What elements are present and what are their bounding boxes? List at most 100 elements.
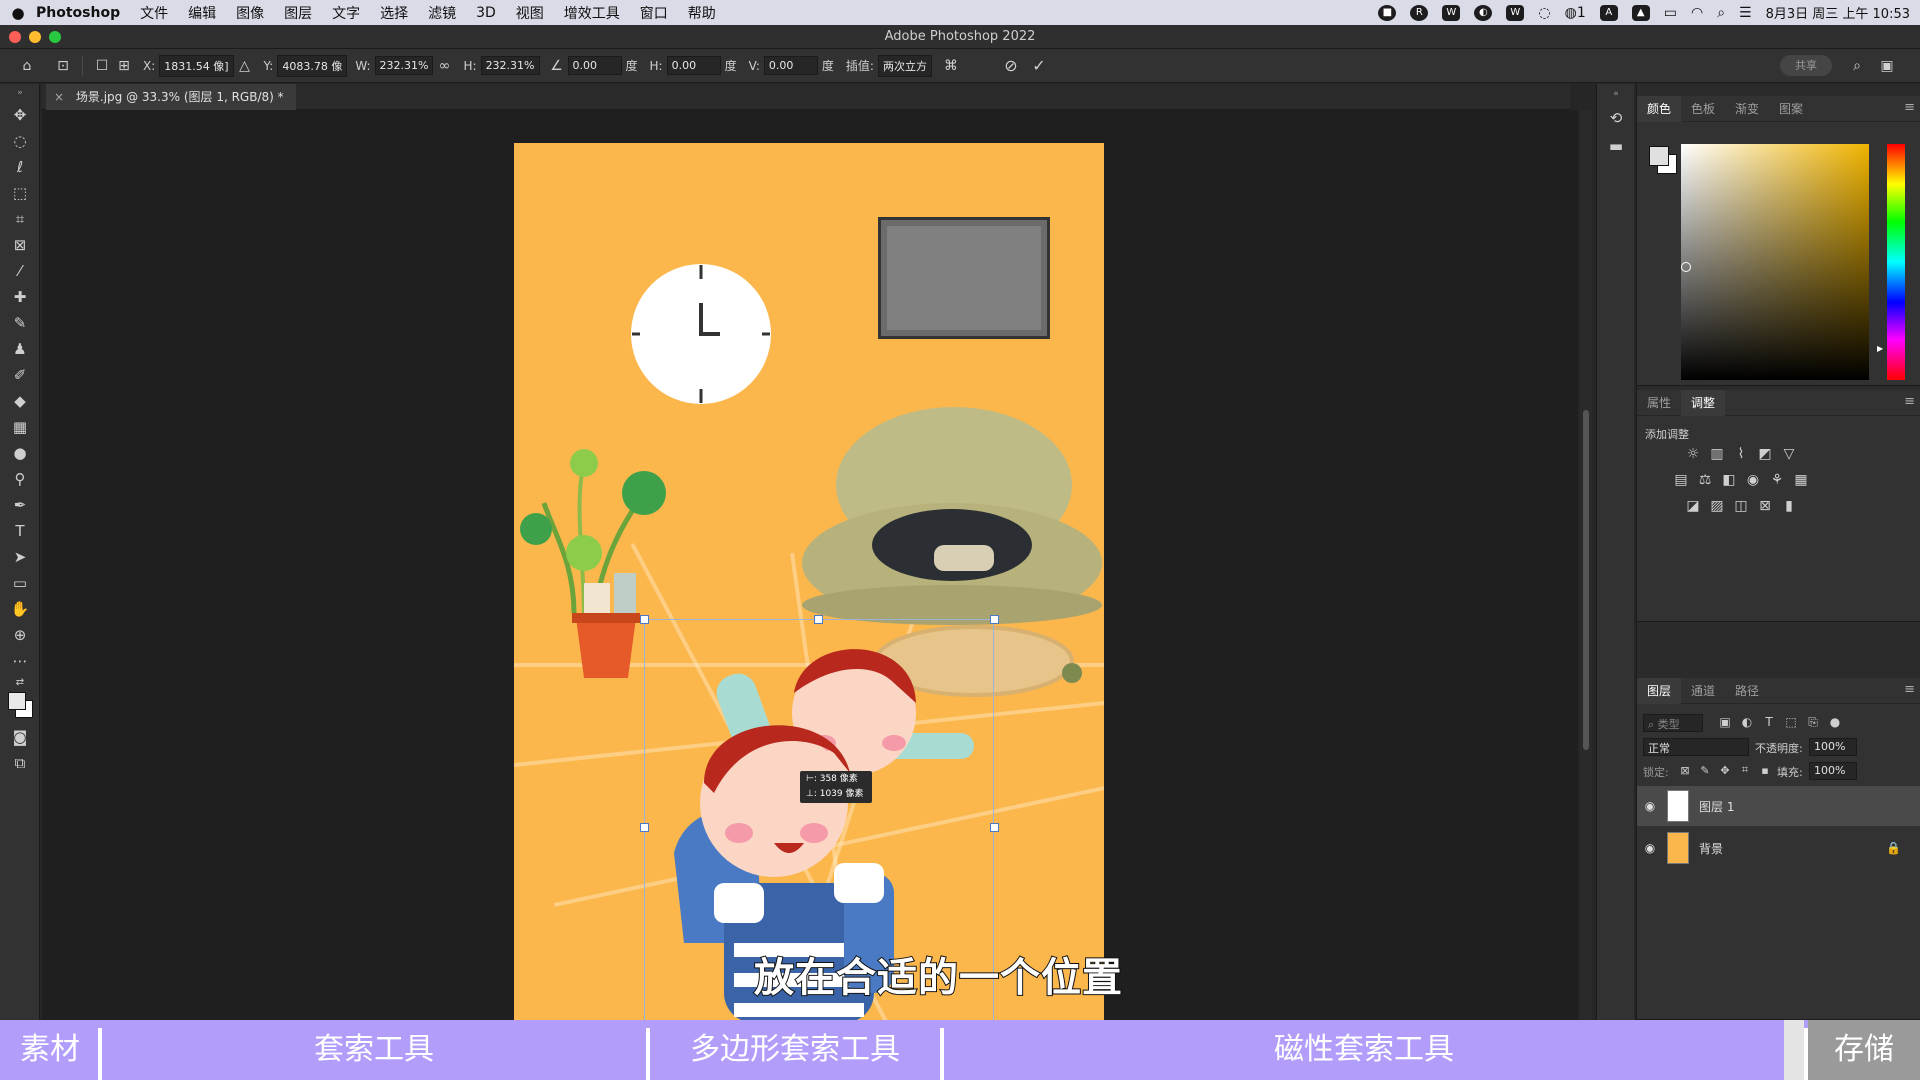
adjust-panel-menu-icon[interactable]: ≡: [1904, 394, 1915, 409]
posterize-icon[interactable]: ▨: [1709, 498, 1725, 514]
transform-handle-top[interactable]: [814, 615, 823, 624]
history-panel-icon[interactable]: ⟲: [1597, 104, 1635, 132]
quick-mask-icon[interactable]: ◙: [0, 724, 40, 750]
vibrance-icon[interactable]: ▽: [1781, 446, 1797, 462]
photos-icon[interactable]: ▲: [1631, 4, 1650, 21]
filter-shape-icon[interactable]: ⬚: [1783, 714, 1799, 730]
swap-colors-icon[interactable]: ⇄: [0, 674, 40, 690]
color-balance-icon[interactable]: ⚖: [1697, 472, 1713, 488]
scrollbar-thumb[interactable]: [1583, 410, 1589, 750]
menu-plugins[interactable]: 增效工具: [564, 3, 620, 23]
vertical-scrollbar[interactable]: [1580, 110, 1592, 1020]
minimize-window-icon[interactable]: [29, 31, 41, 43]
rectangle-tool-icon[interactable]: ▭: [0, 570, 40, 596]
menu-edit[interactable]: 编辑: [188, 3, 216, 23]
dodge-tool-icon[interactable]: ⚲: [0, 466, 40, 492]
type-tool-icon[interactable]: T: [0, 518, 40, 544]
transform-handle-top-left[interactable]: [640, 615, 649, 624]
close-window-icon[interactable]: [9, 31, 21, 43]
history-brush-icon[interactable]: ✐: [0, 362, 40, 388]
wifi-icon[interactable]: ◠: [1691, 5, 1703, 21]
menu-3d[interactable]: 3D: [476, 5, 496, 21]
menu-filter[interactable]: 滤镜: [428, 3, 456, 23]
hskew-input[interactable]: 0.00: [666, 56, 721, 75]
chart-app-icon[interactable]: ◐: [1474, 4, 1493, 21]
path-select-tool-icon[interactable]: ➤: [0, 544, 40, 570]
w-app-icon[interactable]: W: [1442, 4, 1461, 21]
share-button[interactable]: 共享: [1780, 55, 1832, 76]
hue-slider-handle[interactable]: ▶: [1877, 344, 1883, 353]
delta-icon[interactable]: △: [234, 55, 256, 77]
menu-select[interactable]: 选择: [380, 3, 408, 23]
layers-panel-menu-icon[interactable]: ≡: [1904, 682, 1915, 697]
transform-handle-right[interactable]: [990, 823, 999, 832]
channel-mixer-icon[interactable]: ⚘: [1769, 472, 1785, 488]
zoom-window-icon[interactable]: [49, 31, 61, 43]
document-tab[interactable]: × 场景.jpg @ 33.3% (图层 1, RGB/8) *: [46, 84, 296, 110]
filter-adjust-icon[interactable]: ◐: [1739, 714, 1755, 730]
menu-view[interactable]: 视图: [516, 3, 544, 23]
tab-paths[interactable]: 路径: [1725, 678, 1769, 704]
exposure-icon[interactable]: ◩: [1757, 446, 1773, 462]
tab-layers[interactable]: 图层: [1637, 677, 1682, 704]
hue-slider[interactable]: ▶: [1877, 144, 1905, 380]
y-input[interactable]: 4083.78 像: [277, 54, 348, 77]
gradient-tool-icon[interactable]: ▦: [0, 414, 40, 440]
lasso-tool-icon[interactable]: ℓ: [0, 154, 40, 180]
filter-toggle-icon[interactable]: ●: [1827, 714, 1843, 730]
word-icon[interactable]: W: [1506, 4, 1525, 21]
foreground-color-swatch[interactable]: [8, 692, 26, 710]
angle-input[interactable]: 0.00: [567, 56, 622, 75]
eraser-tool-icon[interactable]: ◆: [0, 388, 40, 414]
menu-layer[interactable]: 图层: [284, 3, 312, 23]
curves-icon[interactable]: ⌇: [1733, 446, 1749, 462]
color-lookup-icon[interactable]: ▦: [1793, 472, 1809, 488]
comments-panel-icon[interactable]: ▬: [1597, 132, 1635, 160]
battery-icon[interactable]: ▭: [1664, 5, 1677, 21]
crop-tool-icon[interactable]: ⌗: [0, 206, 40, 232]
menu-file[interactable]: 文件: [140, 3, 168, 23]
link-proportions-icon[interactable]: ∞: [433, 55, 455, 77]
move-tool-icon[interactable]: ✥: [0, 102, 40, 128]
opacity-input[interactable]: 100%: [1809, 738, 1857, 756]
black-white-icon[interactable]: ◧: [1721, 472, 1737, 488]
tab-properties[interactable]: 属性: [1637, 390, 1681, 416]
levels-icon[interactable]: ▥: [1709, 446, 1725, 462]
interpolation-select[interactable]: 两次立方: [877, 54, 932, 77]
selective-color-icon[interactable]: ⊠: [1757, 498, 1773, 514]
chat-bubble-icon[interactable]: ◌: [1538, 5, 1550, 21]
layer-row-background[interactable]: ◉ 背景 🔒: [1637, 828, 1920, 868]
height-input[interactable]: 232.31%: [480, 56, 540, 75]
lock-transparent-icon[interactable]: ⊠: [1677, 762, 1693, 778]
zoom-tool-icon[interactable]: ⊕: [0, 622, 40, 648]
record-icon[interactable]: ■: [1378, 4, 1397, 21]
transform-handle-top-right[interactable]: [990, 615, 999, 624]
r-app-icon[interactable]: R: [1410, 4, 1429, 21]
search-icon[interactable]: ⌕: [1846, 55, 1868, 77]
search-icon[interactable]: ⌕: [1717, 5, 1725, 21]
chapter-lasso[interactable]: 套索工具: [102, 1020, 646, 1080]
cancel-transform-icon[interactable]: ⊘: [1000, 55, 1022, 77]
tool-preset-icon[interactable]: ⊡: [52, 55, 74, 77]
color-panel-menu-icon[interactable]: ≡: [1904, 100, 1915, 115]
invert-icon[interactable]: ◪: [1685, 498, 1701, 514]
healing-brush-icon[interactable]: ✚: [0, 284, 40, 310]
chapter-polygon-lasso[interactable]: 多边形套索工具: [650, 1020, 940, 1080]
workspace-icon[interactable]: ▣: [1876, 55, 1898, 77]
chapter-magnetic-lasso[interactable]: 磁性套索工具: [944, 1020, 1784, 1080]
photo-filter-icon[interactable]: ◉: [1745, 472, 1761, 488]
collapse-strip-icon[interactable]: «: [1597, 84, 1635, 104]
filter-pixel-icon[interactable]: ▣: [1717, 714, 1733, 730]
picker-foreground-swatch[interactable]: [1649, 146, 1669, 166]
brightness-icon[interactable]: ☼: [1685, 446, 1701, 462]
filter-smart-icon[interactable]: ⎘: [1805, 714, 1821, 730]
menu-image[interactable]: 图像: [236, 3, 264, 23]
close-tab-icon[interactable]: ×: [54, 90, 64, 104]
tab-channels[interactable]: 通道: [1681, 678, 1725, 704]
control-center-icon[interactable]: ☰: [1739, 5, 1752, 21]
reference-point-toggle[interactable]: ☐: [91, 55, 113, 77]
stamp-tool-icon[interactable]: ♟: [0, 336, 40, 362]
lock-artboard-icon[interactable]: ⌗: [1737, 762, 1753, 778]
home-icon[interactable]: ⌂: [16, 55, 38, 77]
screen-mode-icon[interactable]: ⧉: [0, 750, 40, 776]
